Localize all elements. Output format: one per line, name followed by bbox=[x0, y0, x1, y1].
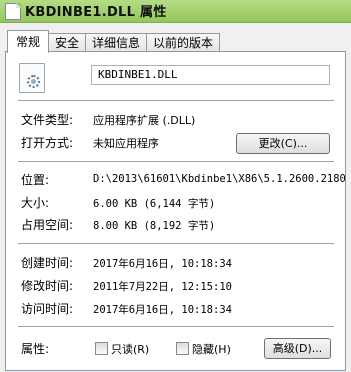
readonly-checkbox[interactable] bbox=[95, 342, 108, 355]
location-label: 位置: bbox=[21, 173, 50, 187]
created-value: 2017年6月16日, 10:18:34 bbox=[93, 258, 232, 270]
gear-hub bbox=[31, 79, 36, 84]
file-name-field[interactable]: KBDINBE1.DLL bbox=[91, 65, 330, 85]
created-label: 创建时间: bbox=[21, 256, 74, 270]
tab-security[interactable]: 安全 bbox=[48, 33, 87, 53]
hidden-checkbox[interactable] bbox=[176, 342, 189, 355]
divider bbox=[18, 161, 334, 163]
tab-strip: 常规 安全 详细信息 以前的版本 bbox=[7, 30, 221, 53]
divider bbox=[18, 100, 334, 102]
size-value: 6.00 KB (6,144 字节) bbox=[93, 198, 216, 210]
tab-details[interactable]: 详细信息 bbox=[85, 33, 148, 53]
attributes-label: 属性: bbox=[21, 342, 50, 356]
modified-label: 修改时间: bbox=[21, 279, 74, 293]
divider bbox=[18, 326, 334, 328]
modified-value: 2011年7月22日, 12:15:10 bbox=[93, 281, 232, 293]
opens-with-value: 未知应用程序 bbox=[93, 137, 159, 150]
opens-with-label: 打开方式: bbox=[21, 136, 74, 150]
dll-gear-icon bbox=[19, 63, 45, 93]
hidden-label[interactable]: 隐藏(H) bbox=[192, 341, 231, 357]
file-type-label: 文件类型: bbox=[21, 113, 74, 127]
advanced-button[interactable]: 高级(D)... bbox=[264, 338, 331, 359]
size-on-disk-label: 占用空间: bbox=[21, 218, 74, 232]
tab-general[interactable]: 常规 bbox=[7, 30, 50, 53]
divider bbox=[18, 243, 334, 245]
size-label: 大小: bbox=[21, 196, 50, 210]
change-button[interactable]: 更改(C)... bbox=[236, 133, 330, 154]
readonly-label[interactable]: 只读(R) bbox=[111, 341, 149, 357]
file-icon bbox=[5, 3, 21, 20]
file-type-value: 应用程序扩展 (.DLL) bbox=[93, 114, 196, 127]
general-panel bbox=[5, 51, 346, 371]
title-bar[interactable]: KBDINBE1.DLL 属性 bbox=[0, 0, 351, 23]
accessed-value: 2017年6月16日, 10:18:34 bbox=[93, 304, 232, 316]
size-on-disk-value: 8.00 KB (8,192 字节) bbox=[93, 220, 216, 232]
window-title: KBDINBE1.DLL 属性 bbox=[25, 5, 167, 20]
tab-previous-versions[interactable]: 以前的版本 bbox=[146, 33, 221, 53]
location-value: D:\2013\61601\Kbdinbe1\X86\5.1.2600.2180 bbox=[93, 173, 346, 185]
accessed-label: 访问时间: bbox=[21, 302, 74, 316]
